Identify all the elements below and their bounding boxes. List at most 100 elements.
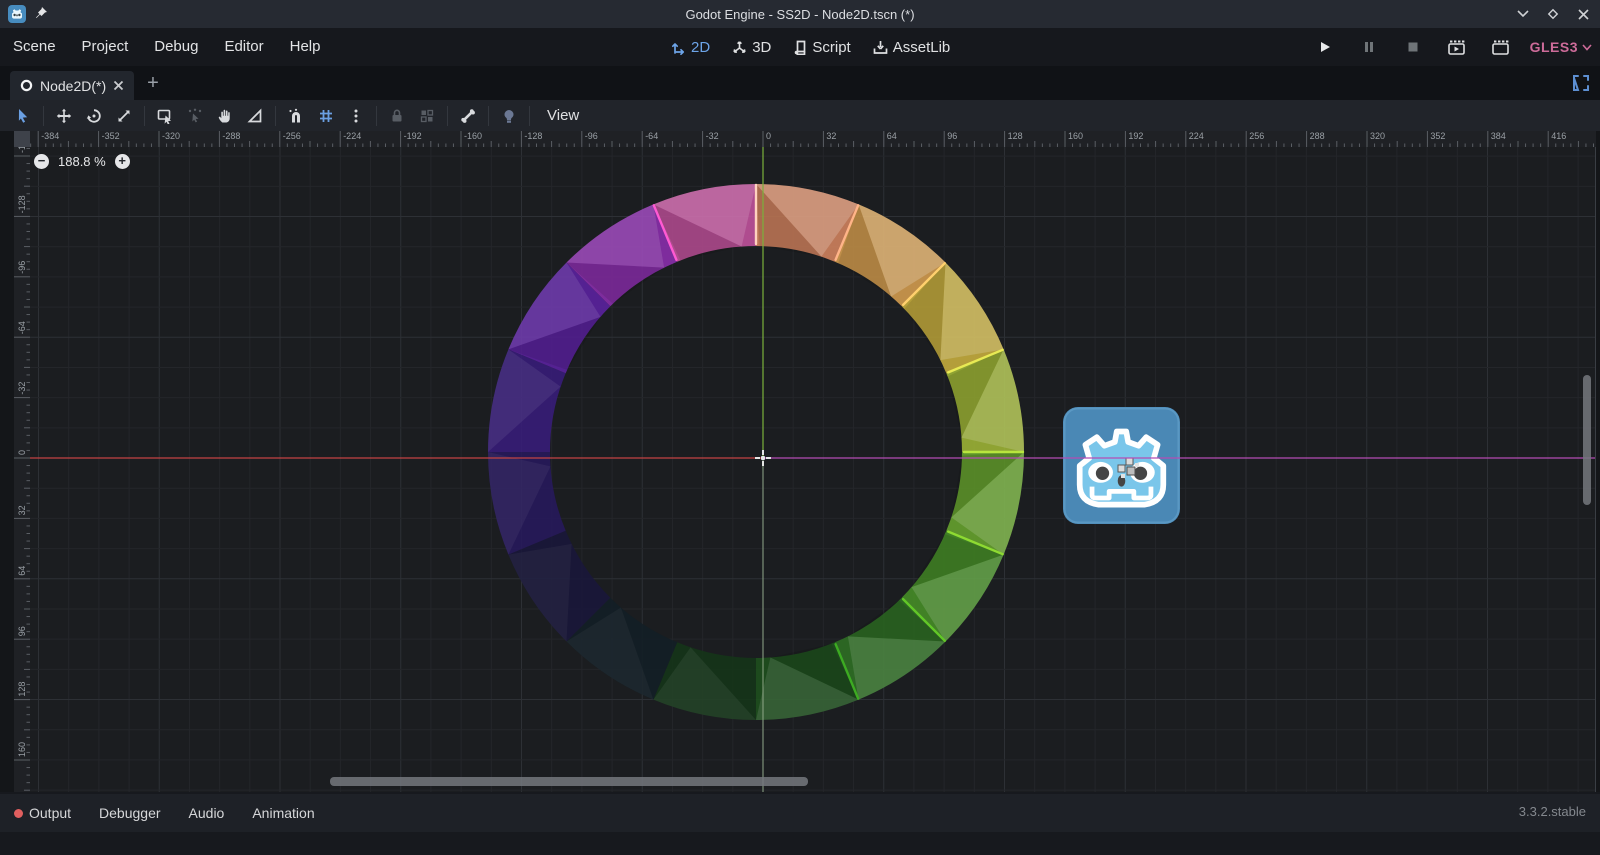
scale-tool-icon[interactable] <box>109 103 139 129</box>
toolbar-separator <box>529 106 530 126</box>
move-tool-icon[interactable] <box>49 103 79 129</box>
toolbar-separator <box>376 106 377 126</box>
pause-button[interactable] <box>1354 34 1384 60</box>
mode-3d[interactable]: 3D <box>726 28 777 66</box>
svg-text:-96: -96 <box>585 131 598 141</box>
zoom-level[interactable]: 188.8 % <box>58 154 106 169</box>
close-window-button[interactable] <box>1576 7 1590 21</box>
list-select-tool-icon[interactable] <box>150 103 180 129</box>
zoom-out-button[interactable]: − <box>34 154 49 169</box>
svg-text:256: 256 <box>1249 131 1264 141</box>
svg-text:32: 32 <box>826 131 836 141</box>
pin-icon[interactable] <box>33 5 49 21</box>
rotate-tool-icon[interactable] <box>79 103 109 129</box>
mode-assetlib-label: AssetLib <box>893 39 951 56</box>
svg-text:128: 128 <box>17 682 27 697</box>
scene-tab-bar: Node2D(*) + <box>0 66 1600 100</box>
renderer-label: GLES3 <box>1530 39 1578 55</box>
grid-snap-tool-icon[interactable] <box>311 103 341 129</box>
minimize-button[interactable] <box>1516 7 1530 21</box>
pixel-select-tool-icon[interactable] <box>180 103 210 129</box>
skeleton-options-tool-icon[interactable] <box>494 103 524 129</box>
smart-snap-tool-icon[interactable] <box>281 103 311 129</box>
snap-options-tool-icon[interactable] <box>341 103 371 129</box>
godot-app-icon <box>8 5 26 23</box>
bottom-panel-label: Output <box>29 805 71 821</box>
svg-text:160: 160 <box>1068 131 1083 141</box>
2d-viewport: -384-352-320-288-256-224-192-160-128-96-… <box>0 131 1600 792</box>
vertical-scrollbar[interactable] <box>1583 375 1591 505</box>
close-tab-icon[interactable] <box>113 80 124 91</box>
title-bar: Godot Engine - SS2D - Node2D.tscn (*) <box>0 0 1600 28</box>
bottom-panel-animation[interactable]: Animation <box>238 805 328 821</box>
menu-editor[interactable]: Editor <box>211 28 276 66</box>
bone-tool-icon[interactable] <box>453 103 483 129</box>
svg-text:-128: -128 <box>17 195 27 213</box>
horizontal-scrollbar[interactable] <box>330 777 808 786</box>
svg-text:-64: -64 <box>17 321 27 334</box>
editor-mode-switcher: 2D 3D Script AssetLib <box>665 28 956 66</box>
assetlib-icon <box>873 40 888 55</box>
version-label: 3.3.2.stable <box>1519 804 1586 819</box>
canvas[interactable] <box>30 147 1596 792</box>
svg-text:-96: -96 <box>17 261 27 274</box>
canvas-toolbar: View <box>0 100 1600 131</box>
2d-icon <box>671 40 686 55</box>
toolbar-separator <box>488 106 489 126</box>
svg-text:-192: -192 <box>404 131 422 141</box>
ruler-tool-icon[interactable] <box>240 103 270 129</box>
toolbar-separator <box>43 106 44 126</box>
window-title: Godot Engine - SS2D - Node2D.tscn (*) <box>0 7 1600 22</box>
mode-2d[interactable]: 2D <box>665 28 716 66</box>
svg-text:160: 160 <box>17 742 27 757</box>
zoom-controls: − 188.8 % + <box>34 152 130 170</box>
godot-editor-window: Godot Engine - SS2D - Node2D.tscn (*) Sc… <box>0 0 1600 855</box>
menu-project[interactable]: Project <box>69 28 142 66</box>
bottom-panel-label: Audio <box>189 805 225 821</box>
svg-text:416: 416 <box>1551 131 1566 141</box>
menu-help[interactable]: Help <box>277 28 334 66</box>
svg-text:288: 288 <box>1310 131 1325 141</box>
bottom-panel-audio[interactable]: Audio <box>175 805 239 821</box>
svg-text:-288: -288 <box>222 131 240 141</box>
maximize-button[interactable] <box>1546 7 1560 21</box>
bottom-panel-debugger[interactable]: Debugger <box>85 805 175 821</box>
svg-text:-32: -32 <box>706 131 719 141</box>
svg-text:64: 64 <box>887 131 897 141</box>
bottom-panel-output[interactable]: Output <box>0 805 85 821</box>
svg-text:128: 128 <box>1008 131 1023 141</box>
svg-text:384: 384 <box>1491 131 1506 141</box>
scene-tab-node2d[interactable]: Node2D(*) <box>10 71 134 100</box>
menu-scene[interactable]: Scene <box>0 28 69 66</box>
svg-text:96: 96 <box>17 626 27 636</box>
distraction-free-mode-icon[interactable] <box>1572 74 1590 92</box>
mode-assetlib[interactable]: AssetLib <box>867 28 957 66</box>
new-scene-tab-button[interactable]: + <box>143 74 163 94</box>
play-scene-button[interactable] <box>1442 34 1472 60</box>
play-custom-scene-button[interactable] <box>1486 34 1516 60</box>
renderer-selector[interactable]: GLES3 <box>1530 39 1592 55</box>
mode-script[interactable]: Script <box>787 28 856 66</box>
pan-tool-icon[interactable] <box>210 103 240 129</box>
menu-bar: SceneProjectDebugEditorHelp 2D 3D Script As… <box>0 28 1600 66</box>
svg-text:32: 32 <box>17 505 27 515</box>
lock-tool-icon[interactable] <box>382 103 412 129</box>
menu-debug[interactable]: Debug <box>141 28 211 66</box>
mode-2d-label: 2D <box>691 39 710 56</box>
3d-icon <box>732 40 747 55</box>
view-menu[interactable]: View <box>535 107 591 124</box>
zoom-in-button[interactable]: + <box>115 154 130 169</box>
svg-text:224: 224 <box>1189 131 1204 141</box>
ruler-corner <box>14 131 30 147</box>
play-button[interactable] <box>1310 34 1340 60</box>
playback-controls: GLES3 <box>1310 28 1592 66</box>
node2d-icon <box>20 79 33 92</box>
scene-tab-label: Node2D(*) <box>40 78 106 94</box>
svg-text:0: 0 <box>17 450 27 455</box>
stop-button[interactable] <box>1398 34 1428 60</box>
horizontal-ruler: -384-352-320-288-256-224-192-160-128-96-… <box>30 131 1596 147</box>
svg-text:96: 96 <box>947 131 957 141</box>
group-tool-icon[interactable] <box>412 103 442 129</box>
svg-text:320: 320 <box>1370 131 1385 141</box>
select-tool-icon[interactable] <box>8 103 38 129</box>
